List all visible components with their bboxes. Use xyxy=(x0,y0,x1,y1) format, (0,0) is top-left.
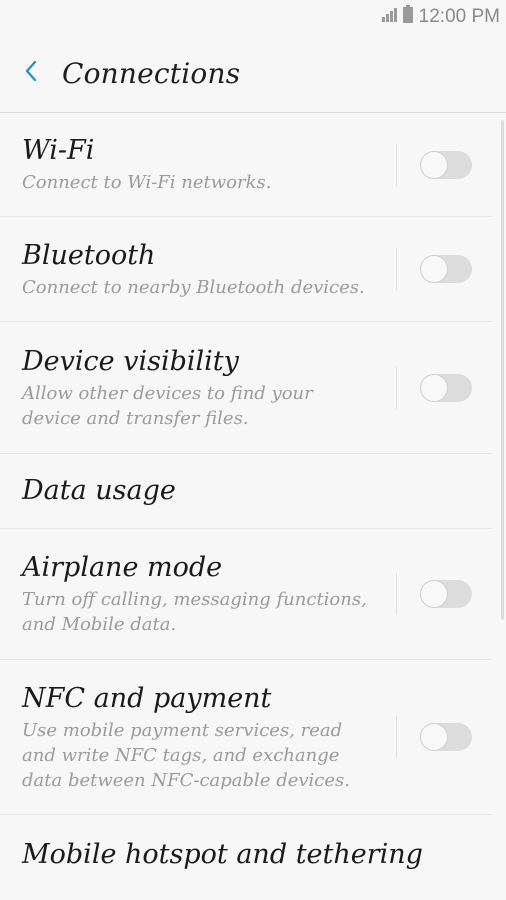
toggle-knob xyxy=(420,580,448,608)
list-item-airplane-mode[interactable]: Airplane mode Turn off calling, messagin… xyxy=(0,529,492,660)
settings-list: Wi-Fi Connect to Wi-Fi networks. Bluetoo… xyxy=(0,113,506,895)
switch-area xyxy=(396,217,492,321)
item-text: Data usage xyxy=(22,474,492,508)
item-title: Device visibility xyxy=(22,345,239,377)
list-item-bluetooth[interactable]: Bluetooth Connect to nearby Bluetooth de… xyxy=(0,217,492,322)
list-item-wifi[interactable]: Wi-Fi Connect to Wi-Fi networks. xyxy=(0,113,492,217)
vertical-divider xyxy=(396,716,397,758)
item-subtitle: Connect to nearby Bluetooth devices. xyxy=(22,276,365,298)
item-text: NFC and payment Use mobile payment servi… xyxy=(22,682,396,793)
item-title: Data usage xyxy=(22,475,176,506)
list-item-data-usage[interactable]: Data usage xyxy=(0,454,492,529)
scrollbar[interactable] xyxy=(501,120,504,620)
vertical-divider xyxy=(396,573,397,615)
app-bar: Connections xyxy=(0,34,506,112)
switch-area xyxy=(396,529,492,659)
item-title: Bluetooth xyxy=(22,239,156,271)
item-subtitle: Allow other devices to find your device … xyxy=(22,382,313,429)
nfc-toggle[interactable] xyxy=(420,723,472,751)
list-item-device-visibility[interactable]: Device visibility Allow other devices to… xyxy=(0,322,492,454)
vertical-divider xyxy=(396,248,397,290)
toggle-knob xyxy=(420,150,448,179)
vertical-divider xyxy=(396,366,397,409)
toggle-knob xyxy=(420,373,448,402)
item-text: Device visibility Allow other devices to… xyxy=(22,345,396,431)
list-item-mobile-hotspot[interactable]: Mobile hotspot and tethering xyxy=(0,815,492,895)
wifi-toggle[interactable] xyxy=(420,150,472,179)
status-icons xyxy=(381,5,413,29)
switch-area xyxy=(396,113,492,216)
airplane-mode-toggle[interactable] xyxy=(420,580,472,608)
item-text: Bluetooth Connect to nearby Bluetooth de… xyxy=(22,239,396,300)
item-text: Mobile hotspot and tethering xyxy=(22,838,492,872)
switch-area xyxy=(396,322,492,453)
signal-icon xyxy=(381,6,399,28)
chevron-left-icon xyxy=(24,59,38,87)
device-visibility-toggle[interactable] xyxy=(420,373,472,402)
vertical-divider xyxy=(396,143,397,186)
switch-area xyxy=(396,660,492,814)
page-title: Connections xyxy=(62,56,241,90)
back-button[interactable] xyxy=(0,34,62,112)
item-text: Wi-Fi Connect to Wi-Fi networks. xyxy=(22,134,396,195)
toggle-knob xyxy=(420,255,448,283)
item-subtitle: Use mobile payment services, read and wr… xyxy=(22,719,350,791)
list-item-nfc-and-payment[interactable]: NFC and payment Use mobile payment servi… xyxy=(0,660,492,815)
toggle-knob xyxy=(420,723,448,751)
battery-icon xyxy=(402,5,413,29)
item-subtitle: Turn off calling, messaging functions, a… xyxy=(22,589,367,635)
item-title: Mobile hotspot and tethering xyxy=(22,839,423,870)
item-title: Wi-Fi xyxy=(22,135,95,166)
bluetooth-toggle[interactable] xyxy=(420,255,472,283)
status-bar: 12:00 PM xyxy=(0,0,506,34)
item-title: NFC and payment xyxy=(22,682,272,714)
item-subtitle: Connect to Wi-Fi networks. xyxy=(22,172,272,193)
item-text: Airplane mode Turn off calling, messagin… xyxy=(22,551,396,637)
item-title: Airplane mode xyxy=(22,552,223,583)
status-time: 12:00 PM xyxy=(418,6,500,27)
